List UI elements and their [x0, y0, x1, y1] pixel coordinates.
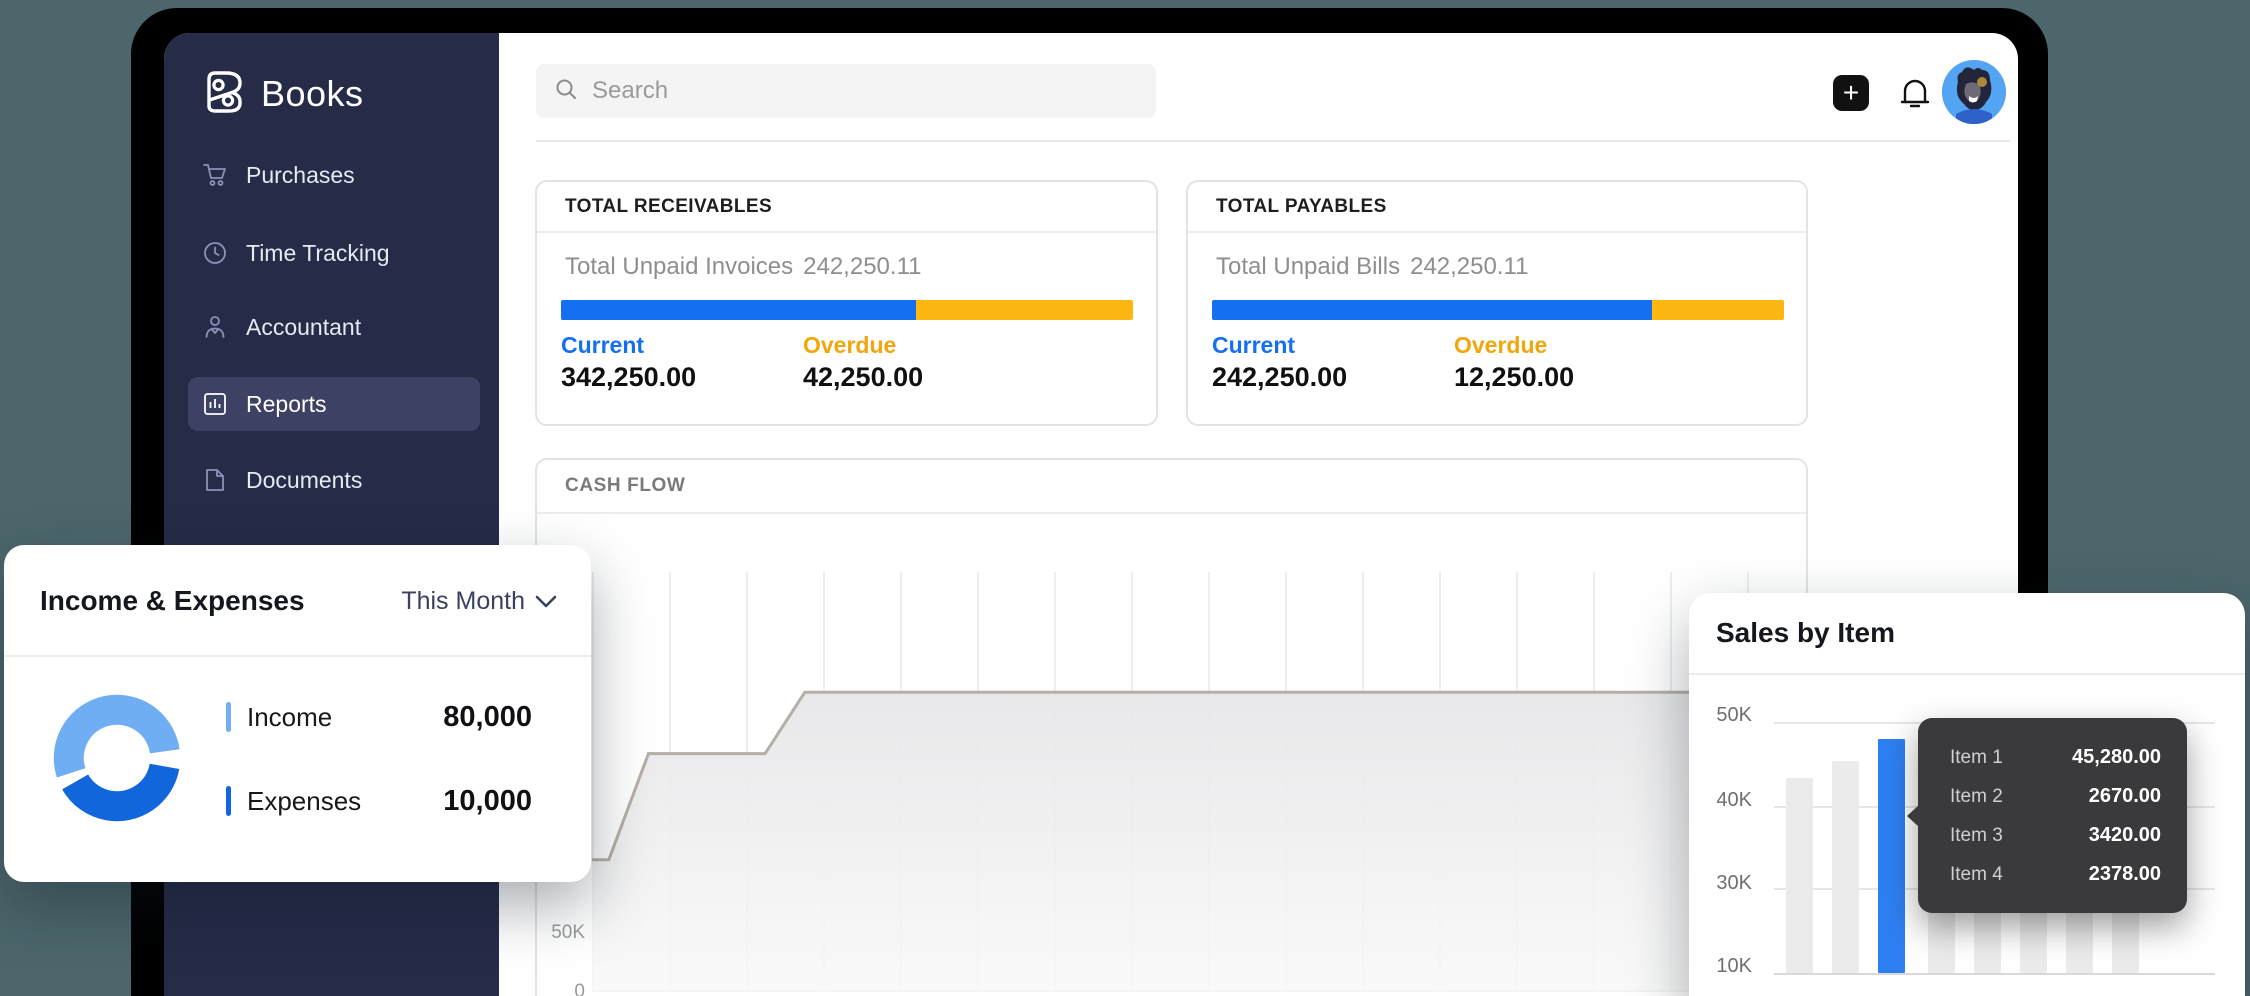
sidebar-item-documents[interactable]: Documents [188, 453, 480, 507]
sales-by-item-title: Sales by Item [1716, 617, 1895, 649]
app-title: Books [261, 73, 364, 115]
sidebar-item-label: Accountant [246, 314, 361, 341]
expenses-value: 10,000 [443, 785, 532, 818]
receivables-bar-current [561, 300, 916, 320]
period-dropdown[interactable]: This Month [401, 587, 557, 616]
payables-bar-current [1212, 300, 1652, 320]
cart-icon [202, 162, 228, 188]
receivables-subtitle: Total Unpaid Invoices242,250.11 [565, 253, 921, 281]
search-bar[interactable] [536, 64, 1156, 118]
app-logo: Books [199, 65, 364, 122]
clock-icon [202, 240, 228, 266]
receivables-overdue-value: 42,250.00 [803, 362, 923, 393]
add-new-button[interactable]: + [1833, 75, 1869, 111]
sidebar-item-reports[interactable]: Reports [188, 377, 480, 431]
cashflow-ytick-0: 0 [539, 981, 585, 996]
income-expenses-title: Income & Expenses [40, 585, 305, 617]
sales-bar-highlighted[interactable] [1878, 739, 1905, 973]
expenses-legend-tick [226, 786, 231, 816]
receivables-current-value: 342,250.00 [561, 362, 696, 393]
divider [537, 512, 1806, 514]
tooltip-row: Item 4 2378.00 [1950, 855, 2161, 894]
payables-title: TOTAL PAYABLES [1216, 196, 1387, 218]
tooltip-row: Item 1 45,280.00 [1950, 738, 2161, 777]
payables-overdue-label: Overdue [1454, 332, 1547, 359]
tooltip-arrow [1907, 805, 1919, 827]
x-axis-line [1774, 973, 2215, 975]
payables-progress-bar [1212, 300, 1784, 320]
receivables-current-label: Current [561, 332, 644, 359]
income-label: Income [247, 702, 332, 733]
legend-row-income: Income 80,000 [226, 701, 591, 733]
sales-by-item-card: Sales by Item 50K 40K 30K 10K Item 1 45,… [1689, 593, 2245, 996]
divider [4, 655, 591, 657]
income-expenses-donut-chart [42, 683, 192, 838]
payables-overdue-value: 12,250.00 [1454, 362, 1574, 393]
sales-ytick-30k: 30K [1689, 872, 1752, 895]
total-receivables-card: TOTAL RECEIVABLES Total Unpaid Invoices2… [535, 180, 1158, 426]
cash-flow-title: CASH FLOW [565, 475, 685, 497]
user-avatar[interactable] [1942, 60, 2006, 124]
payables-current-value: 242,250.00 [1212, 362, 1347, 393]
search-input[interactable] [590, 76, 1138, 106]
topbar-divider [536, 140, 2010, 142]
sales-ytick-10k: 10K [1689, 955, 1752, 978]
receivables-subtitle-value: 242,250.11 [803, 253, 921, 280]
page: Books Purchases Time Tracking [0, 0, 2250, 996]
chevron-down-icon [535, 587, 557, 616]
period-label: This Month [401, 587, 525, 616]
payables-subtitle: Total Unpaid Bills242,250.11 [1216, 253, 1528, 281]
payables-subtitle-value: 242,250.11 [1410, 253, 1528, 280]
search-icon [554, 77, 578, 106]
divider [537, 231, 1156, 233]
sidebar-item-label: Documents [246, 467, 362, 494]
income-value: 80,000 [443, 701, 532, 734]
sidebar-item-purchases[interactable]: Purchases [188, 148, 480, 202]
receivables-overdue-label: Overdue [803, 332, 896, 359]
cash-flow-area-chart [592, 572, 1794, 992]
sidebar-item-label: Purchases [246, 162, 355, 189]
divider [1689, 673, 2245, 675]
accountant-icon [202, 314, 228, 340]
sidebar-item-label: Time Tracking [246, 240, 390, 267]
total-payables-card: TOTAL PAYABLES Total Unpaid Bills242,250… [1186, 180, 1808, 426]
tooltip-row: Item 3 3420.00 [1950, 816, 2161, 855]
sales-ytick-50k: 50K [1689, 704, 1752, 727]
expenses-label: Expenses [247, 786, 361, 817]
notifications-bell-icon[interactable] [1898, 75, 1932, 111]
books-logo-icon [199, 65, 247, 122]
income-expenses-card: Income & Expenses This Month Income 80,0… [4, 545, 591, 882]
sales-ytick-40k: 40K [1689, 789, 1752, 812]
cash-flow-card: CASH FLOW 50K 0 [535, 458, 1808, 996]
sidebar-item-label: Reports [246, 391, 327, 418]
cashflow-ytick-50k: 50K [539, 922, 585, 944]
tooltip-row: Item 2 2670.00 [1950, 777, 2161, 816]
sales-bar[interactable] [1832, 761, 1859, 973]
sidebar-item-time-tracking[interactable]: Time Tracking [188, 226, 480, 280]
sales-tooltip: Item 1 45,280.00 Item 2 2670.00 Item 3 3… [1918, 718, 2187, 913]
receivables-title: TOTAL RECEIVABLES [565, 196, 772, 218]
sidebar-item-accountant[interactable]: Accountant [188, 300, 480, 354]
receivables-progress-bar [561, 300, 1133, 320]
sales-bar[interactable] [1786, 778, 1813, 973]
legend-row-expenses: Expenses 10,000 [226, 785, 591, 817]
payables-current-label: Current [1212, 332, 1295, 359]
income-legend-tick [226, 702, 231, 732]
cash-flow-plot [592, 572, 1794, 992]
document-icon [202, 467, 228, 493]
bar-chart-icon [202, 391, 228, 417]
divider [1188, 231, 1806, 233]
